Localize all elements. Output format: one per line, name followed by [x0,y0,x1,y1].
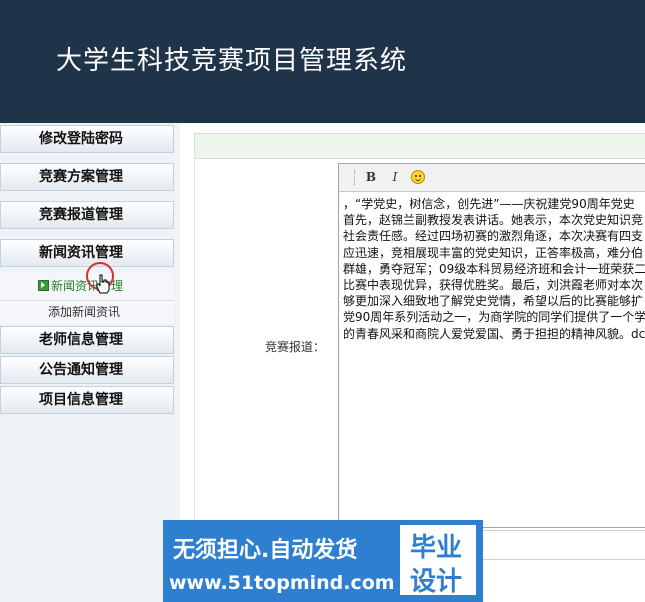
editor-line: ，“学党史，树信念，创先进”——庆祝建党90周年党史 [343,197,635,211]
sidebar-item-competition-plan[interactable]: 竞赛方案管理 [0,163,174,191]
editor-line: 的青春风采和商院人爱党爱国、勇于担担的精神风貌。dc [343,326,645,341]
editor-line: 够更加深入细致地了解党史党情，希望以后的比赛能够扩 [343,294,644,309]
editor-line: 应迅速，竞相展现丰富的党史知识，正答率极高，难分伯 [343,245,644,260]
hand-cursor-icon [96,274,110,294]
report-label: 竞赛报道： [265,340,326,354]
content-header-bar [194,133,645,159]
arrow-right-icon [38,280,49,291]
bold-button[interactable]: B [363,169,379,185]
italic-button[interactable]: I [387,169,403,185]
sidebar-item-project-info[interactable]: 项目信息管理 [0,386,174,414]
page-title: 大学生科技竞赛项目管理系统 [56,46,408,76]
rich-text-editor[interactable]: B I ，“学党史，树信念，创先进”——庆祝建党90周年党史 首先，赵锦兰副教授… [338,163,645,528]
editor-line: 首先，赵锦兰副教授发表讲话。她表示，本次党史知识竞 [343,213,644,228]
emoji-icon[interactable] [411,170,425,184]
sidebar-item-announcements[interactable]: 公告通知管理 [0,356,174,384]
app-header: 大学生科技竞赛项目管理系统 [0,0,645,123]
sidebar-item-news[interactable]: 新闻资讯管理 [0,239,174,267]
submenu-item-add-news[interactable]: 添加新闻资讯 [0,300,174,322]
watermark-url: www.51topmind.com [169,572,395,594]
editor-line: 社会责任感。经过四场初赛的激烈角逐，本次决赛有四支 [343,229,644,244]
toolbar-separator [354,170,357,185]
watermark-badge-line2: 设计 [410,567,463,597]
editor-line: 群雄，勇夺冠军；09级本科贸易经济班和会计一班荣获二 [343,261,645,276]
sidebar-item-competition-report[interactable]: 竞赛报道管理 [0,201,174,229]
watermark-banner: 无须担心.自动发货 www.51topmind.com 毕业 设计 [163,520,483,602]
watermark-badge: 毕业 设计 [400,525,476,597]
watermark-slogan: 无须担心.自动发货 [173,538,358,563]
editor-content[interactable]: ，“学党史，树信念，创先进”——庆祝建党90周年党史 首先，赵锦兰副教授发表讲话… [343,196,645,342]
sidebar-item-change-password[interactable]: 修改登陆密码 [0,125,174,153]
editor-toolbar: B I [339,164,645,192]
editor-line: 比赛中表现优异，获得优胜奖。最后，刘洪霞老师对本次 [343,277,644,292]
editor-line: 党90周年系列活动之一，为商学院的同学们提供了一个学 [343,310,645,325]
sidebar-item-teacher-info[interactable]: 老师信息管理 [0,326,174,354]
sidebar: 修改登陆密码 竞赛方案管理 竞赛报道管理 新闻资讯管理 老师信息管理 公告通知管… [0,123,180,602]
watermark-badge-line1: 毕业 [410,533,463,563]
